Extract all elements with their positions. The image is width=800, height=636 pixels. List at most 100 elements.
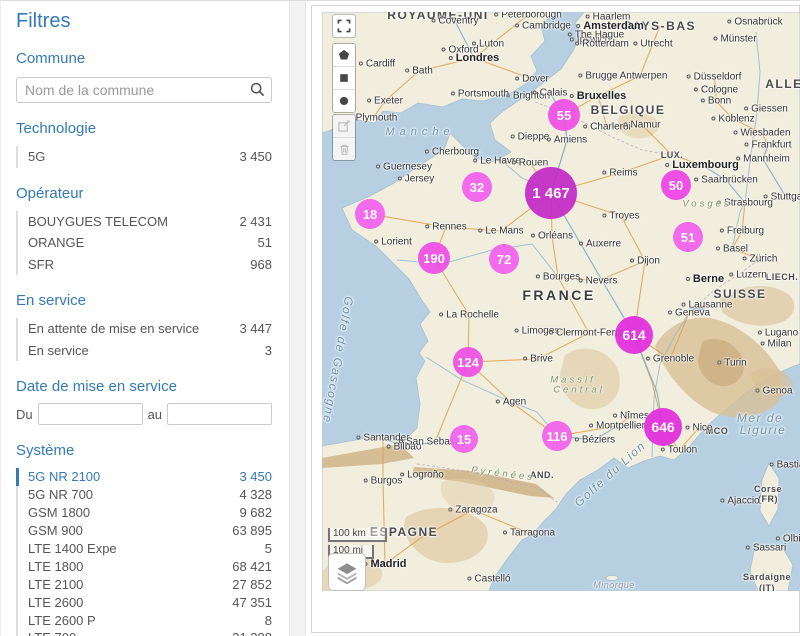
cluster-marker-18[interactable]: 18 — [355, 199, 385, 229]
cluster-marker-55[interactable]: 55 — [548, 99, 580, 131]
layers-control-button[interactable] — [328, 553, 366, 591]
filters-sidebar: Filtres Commune Technologie 5G 3 450 Opér… — [0, 1, 289, 636]
filter-item-sfr[interactable]: SFR 968 — [16, 254, 272, 276]
draw-rectangle-button[interactable] — [333, 67, 355, 90]
filter-item-label: 5G NR 700 — [28, 487, 93, 502]
cluster-marker-72[interactable]: 72 — [489, 244, 519, 274]
filter-item-gsm-900[interactable]: GSM 900 63 895 — [16, 522, 272, 540]
operateur-heading: Opérateur — [16, 185, 272, 202]
filter-item-label: 5G — [28, 149, 45, 164]
filter-item-count: 31 288 — [232, 630, 272, 636]
date-to-label: au — [148, 407, 162, 422]
date-to-input[interactable] — [167, 403, 272, 425]
filter-item-count: 27 852 — [232, 577, 272, 592]
draw-toolbar — [332, 43, 356, 113]
scale-km: 100 km — [328, 528, 387, 542]
fullscreen-icon — [336, 18, 352, 34]
filter-item-5g-nr-2100[interactable]: 5G NR 2100 3 450 — [16, 468, 272, 486]
filter-item-count: 63 895 — [232, 523, 272, 538]
circle-icon — [337, 94, 351, 108]
filter-item-lte-2100[interactable]: LTE 2100 27 852 — [16, 575, 272, 593]
filter-item-count: 47 351 — [232, 595, 272, 610]
filter-item-bouygues-telecom[interactable]: BOUYGUES TELECOM 2 431 — [16, 211, 272, 233]
delete-shapes-button[interactable] — [333, 138, 355, 160]
technologie-heading: Technologie — [16, 120, 272, 137]
cluster-marker-15[interactable]: 15 — [450, 425, 478, 453]
filter-item-count: 5 — [265, 541, 272, 556]
filter-item-lte-2600-p[interactable]: LTE 2600 P 8 — [16, 611, 272, 629]
filter-item-en-attente-de-mise-en-service[interactable]: En attente de mise en service 3 447 — [16, 318, 272, 340]
rectangle-icon — [337, 71, 351, 85]
filter-item-5g-nr-700[interactable]: 5G NR 700 4 328 — [16, 486, 272, 504]
filter-item-lte-2600[interactable]: LTE 2600 47 351 — [16, 593, 272, 611]
filter-item-label: En attente de mise en service — [28, 321, 199, 336]
technologie-list: 5G 3 450 — [16, 146, 272, 168]
cluster-marker-51[interactable]: 51 — [673, 222, 703, 252]
map-panel: ROYAUME-UNIPAYS-BASBELGIQUEALLEMAGNEFRAN… — [311, 5, 800, 633]
filter-item-count: 3 — [265, 343, 272, 358]
filter-item-label: LTE 700 — [28, 630, 76, 636]
filter-item-label: 5G NR 2100 — [28, 469, 100, 484]
fullscreen-button[interactable] — [332, 14, 356, 38]
layers-icon — [334, 559, 360, 585]
filter-item-count: 51 — [258, 235, 272, 250]
date-range: Du au — [16, 403, 272, 425]
filter-item-lte-1400-expe[interactable]: LTE 1400 Expe 5 — [16, 540, 272, 558]
filter-item-label: LTE 2600 — [28, 595, 83, 610]
sidebar-scrollbar[interactable] — [289, 1, 306, 636]
filter-item-orange[interactable]: ORANGE 51 — [16, 232, 272, 254]
date-from-input[interactable] — [38, 403, 143, 425]
filter-item-label: GSM 900 — [28, 523, 83, 538]
cluster-marker-646[interactable]: 646 — [644, 408, 682, 446]
search-icon — [250, 82, 265, 102]
draw-circle-button[interactable] — [333, 90, 355, 112]
commune-search — [16, 77, 272, 103]
cluster-marker-614[interactable]: 614 — [615, 316, 653, 354]
filter-item-count: 68 421 — [232, 559, 272, 574]
filter-item-5g[interactable]: 5G 3 450 — [16, 146, 272, 168]
filter-item-gsm-1800[interactable]: GSM 1800 9 682 — [16, 504, 272, 522]
cluster-marker-32[interactable]: 32 — [462, 172, 492, 202]
en-service-heading: En service — [16, 292, 272, 309]
cluster-marker-190[interactable]: 190 — [418, 242, 450, 274]
edit-shapes-button[interactable] — [333, 115, 355, 138]
filter-item-count: 3 447 — [239, 321, 272, 336]
map-canvas[interactable]: ROYAUME-UNIPAYS-BASBELGIQUEALLEMAGNEFRAN… — [322, 12, 800, 591]
systeme-heading: Système — [16, 442, 272, 459]
cluster-marker-124[interactable]: 124 — [453, 347, 483, 377]
filter-item-label: LTE 1400 Expe — [28, 541, 117, 556]
filter-item-label: LTE 2100 — [28, 577, 83, 592]
systeme-list: 5G NR 2100 3 450 5G NR 700 4 328 GSM 1800 9 6… — [16, 468, 272, 636]
filter-item-count: 8 — [265, 613, 272, 628]
filter-item-count: 968 — [250, 257, 272, 272]
cluster-marker-116[interactable]: 116 — [542, 421, 572, 451]
filter-item-count: 3 450 — [239, 149, 272, 164]
draw-polygon-button[interactable] — [333, 44, 355, 67]
filter-item-label: ORANGE — [28, 235, 84, 250]
cluster-marker-50[interactable]: 50 — [661, 170, 691, 200]
page: Filtres Commune Technologie 5G 3 450 Opér… — [0, 0, 800, 636]
filter-item-count: 3 450 — [239, 469, 272, 484]
filter-item-label: En service — [28, 343, 89, 358]
filter-item-label: LTE 2600 P — [28, 613, 96, 628]
commune-search-input[interactable] — [16, 77, 272, 103]
filter-item-count: 2 431 — [239, 214, 272, 229]
filter-item-lte-700[interactable]: LTE 700 31 288 — [16, 629, 272, 636]
operateur-list: BOUYGUES TELECOM 2 431 ORANGE 51 SFR 968 — [16, 211, 272, 276]
edit-toolbar — [332, 114, 356, 161]
date-from-label: Du — [16, 407, 33, 422]
cluster-marker-1467[interactable]: 1 467 — [525, 167, 577, 219]
filter-item-label: GSM 1800 — [28, 505, 90, 520]
trash-icon — [338, 143, 351, 156]
date-mise-en-service-heading: Date de mise en service — [16, 378, 272, 395]
filter-item-count: 4 328 — [239, 487, 272, 502]
filter-item-label: BOUYGUES TELECOM — [28, 214, 168, 229]
filter-item-en-service[interactable]: En service 3 — [16, 340, 272, 362]
filter-item-count: 9 682 — [239, 505, 272, 520]
filter-item-label: SFR — [28, 257, 54, 272]
polygon-icon — [337, 48, 351, 62]
sidebar-title: Filtres — [16, 10, 272, 33]
filter-item-label: LTE 1800 — [28, 559, 83, 574]
filter-item-lte-1800[interactable]: LTE 1800 68 421 — [16, 557, 272, 575]
commune-heading: Commune — [16, 50, 272, 67]
